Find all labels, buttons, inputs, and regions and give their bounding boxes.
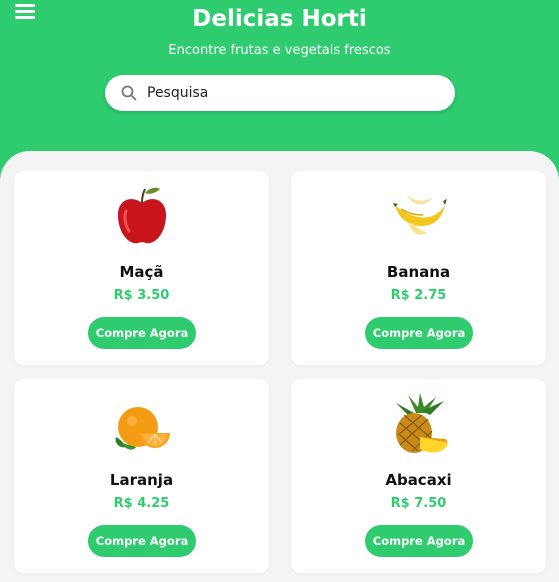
apple-image xyxy=(117,187,166,244)
banana-image xyxy=(392,195,447,235)
pineapple-image xyxy=(395,393,448,453)
product-price: R$ 4.25 xyxy=(113,496,170,511)
product-name: Abacaxi xyxy=(385,471,452,489)
product-card: Abacaxi R$ 7.50 Compre Agora xyxy=(291,379,546,573)
product-name: Banana xyxy=(386,263,451,281)
search-input[interactable] xyxy=(147,82,437,104)
product-name: Laranja xyxy=(109,471,174,489)
orange-image xyxy=(115,407,170,450)
product-price: R$ 7.50 xyxy=(390,496,447,511)
buy-now-button[interactable]: Compre Agora xyxy=(88,525,196,557)
app-header: Delicias Horti Encontre frutas e vegetai… xyxy=(0,0,559,140)
product-card: Laranja R$ 4.25 Compre Agora xyxy=(14,379,269,573)
search-bar[interactable] xyxy=(105,75,455,111)
product-card: Maçã R$ 3.50 Compre Agora xyxy=(14,171,269,365)
product-price: R$ 3.50 xyxy=(113,288,170,303)
product-name: Maçã xyxy=(119,263,164,281)
app-subtitle: Encontre frutas e vegetais frescos xyxy=(168,43,391,58)
buy-now-button[interactable]: Compre Agora xyxy=(88,317,196,349)
buy-now-button[interactable]: Compre Agora xyxy=(365,317,473,349)
search-icon xyxy=(121,85,137,101)
product-grid: Maçã R$ 3.50 Compre Agora Banana R$ 2.75… xyxy=(0,151,559,582)
product-card: Banana R$ 2.75 Compre Agora xyxy=(291,171,546,365)
buy-now-button[interactable]: Compre Agora xyxy=(365,525,473,557)
product-price: R$ 2.75 xyxy=(390,288,447,303)
app-title: Delicias Horti xyxy=(192,6,367,32)
